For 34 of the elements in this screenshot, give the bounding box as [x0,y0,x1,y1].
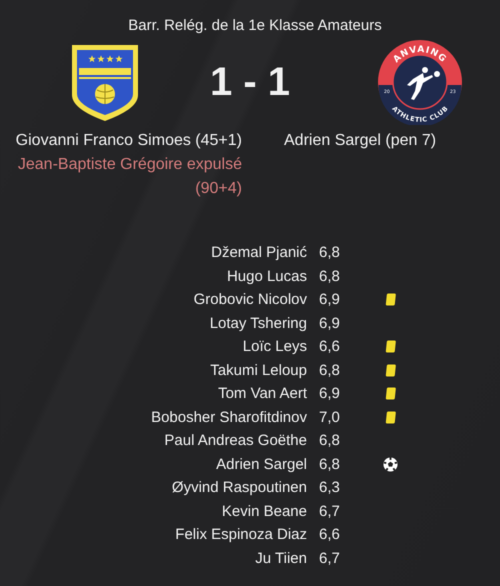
player-rating: 6,8 [319,456,341,473]
player-rating: 6,7 [319,502,341,520]
player-name: Tom Van Aert [217,385,307,402]
player-rating: 6,9 [319,385,341,402]
player-rating: 6,9 [319,314,341,332]
player-name: Takumi Leloup [209,362,307,379]
player-name: Bobosher Sharofitdinov [150,408,307,426]
player-name: Grobovic Nicolov [192,291,307,308]
player-rating: 6,7 [319,550,341,567]
player-name: Džemal Pjanić [210,244,307,262]
player-rating: 6,8 [319,268,341,285]
player-rating: 6,8 [319,432,341,450]
match-score: 1 - 1 [210,60,290,104]
player-rating: 6,9 [319,291,341,308]
player-name: Lotay Tshering [208,314,307,332]
shield-crest-icon [70,43,140,123]
player-name: Ju Tiien [254,550,307,567]
goal-scorer: Adrien Sargel (pen 7) [284,132,436,149]
player-name: Hugo Lucas [226,268,307,285]
player-name: Adrien Sargel [215,456,307,473]
player-rating: 6,6 [319,526,341,544]
player-name: Loïc Leys [242,338,307,356]
player-name: Felix Espinoza Diaz [174,526,307,544]
player-rating: 6,3 [319,479,341,496]
player-name: Paul Andreas Goëthe [163,432,307,450]
sending-off-note: Jean-Baptiste Grégoire expulsé (90+4) [16,155,242,199]
player-name: Øyvind Raspoutinen [170,479,307,496]
player-name: Kevin Beane [220,502,307,520]
player-rating: 6,6 [319,338,341,356]
goal-scorer: Giovanni Franco Simoes (45+1) [16,131,242,151]
player-rating: 6,8 [319,244,341,262]
player-rating: 6,8 [319,362,341,379]
player-rating: 7,0 [319,408,341,426]
competition-title: Barr. Relég. de la 1e Klasse Amateurs [127,17,383,36]
